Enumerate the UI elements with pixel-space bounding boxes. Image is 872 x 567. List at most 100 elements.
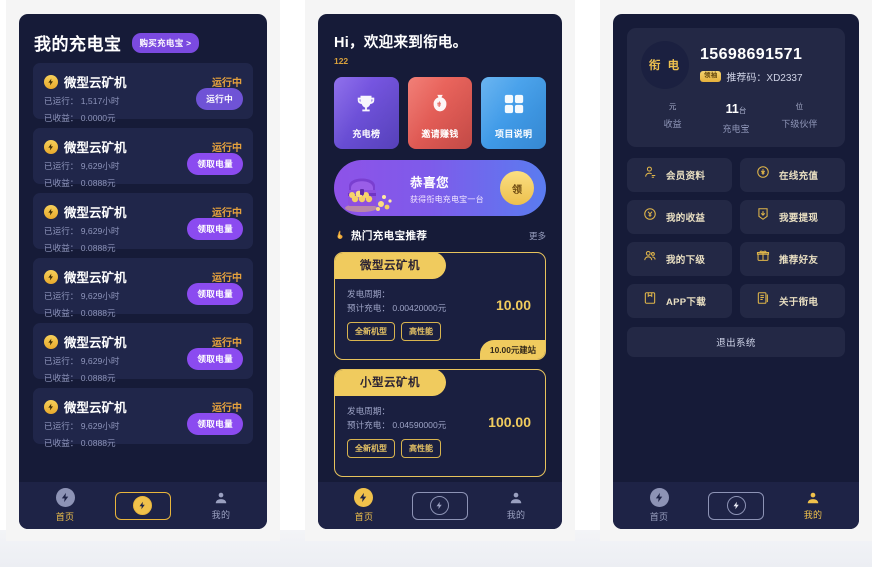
product-name: 小型云矿机 — [334, 370, 446, 396]
panel1-header: 我的充电宝 购买充电宝 > — [19, 14, 267, 63]
product-list: 微型云矿机 发电周期： 预计充电： 0.00420000元 全新机型 高性能 10… — [318, 252, 562, 477]
miner-card[interactable]: 微型云矿机 运行中 已运行： 9,629小时 已收益： 0.0888元 领取电量 — [33, 258, 253, 318]
quick-card-label: 项目说明 — [495, 129, 533, 139]
miner-income: 已收益： 0.0888元 — [44, 373, 116, 384]
miner-action-button[interactable]: 领取电量 — [187, 413, 243, 435]
person-icon — [215, 492, 227, 503]
tab-home[interactable]: 首页 — [39, 488, 91, 523]
bottom-tabbar-1: 首页 我的 — [19, 482, 267, 529]
miner-income: 已收益： 0.0888元 — [44, 308, 116, 319]
tab-mine[interactable]: 我的 — [787, 491, 839, 521]
product-price: 100.00 — [488, 414, 531, 430]
profile-info: 15698691571 领袖 推荐码：XD2337 — [700, 46, 803, 84]
quick-card-label: 邀请赚钱 — [421, 129, 459, 139]
profile-header: 衔 电 15698691571 领袖 推荐码：XD2337 — [641, 41, 831, 89]
menu-item-coin[interactable]: 在线充值 — [740, 157, 845, 192]
person-icon — [807, 492, 819, 503]
miner-card[interactable]: 微型云矿机 运行中 已运行： 9,629小时 已收益： 0.0888元 领取电量 — [33, 128, 253, 188]
miner-action-button[interactable]: 领取电量 — [187, 348, 243, 370]
miner-card[interactable]: 微型云矿机 运行中 已运行： 9,629小时 已收益： 0.0888元 领取电量 — [33, 323, 253, 383]
miner-action-button[interactable]: 运行中 — [196, 88, 243, 110]
menu-item-download[interactable]: APP下载 — [627, 283, 732, 318]
avatar[interactable]: 衔 电 — [641, 41, 689, 89]
tab-home-label: 首页 — [354, 512, 374, 522]
menu-item-earnings[interactable]: 我的收益 — [627, 199, 732, 234]
stat-item: 位 下级伙伴 — [768, 102, 831, 135]
phone-frame-1: 我的充电宝 购买充电宝 > 微型云矿机 运行中 已运行： 1,517小时 已收益… — [6, 0, 280, 541]
miner-card[interactable]: 微型云矿机 运行中 已运行： 1,517小时 已收益： 0.0000元 运行中 — [33, 63, 253, 123]
miner-status: 运行中 — [211, 338, 242, 349]
greeting-text: Hi，欢迎来到衔电。 — [333, 35, 468, 51]
tab-charge-center[interactable] — [411, 491, 468, 520]
user-icon — [643, 165, 657, 184]
bolt-coin-icon — [44, 399, 58, 414]
product-tag: 高性能 — [400, 321, 441, 341]
miner-name-group: 微型云矿机 — [44, 332, 127, 351]
miner-list: 微型云矿机 运行中 已运行： 1,517小时 已收益： 0.0000元 运行中 … — [19, 63, 267, 448]
profile-menu-grid: 会员资料 在线充值 我的收益 我要提现 我的下级 推荐好友 APP下载 关于衔电 — [627, 157, 845, 318]
product-card[interactable]: 小型云矿机 发电周期： 预计充电： 0.04590000元 全新机型 高性能 10… — [333, 369, 546, 477]
product-tag: 全新机型 — [346, 321, 395, 341]
document-icon — [756, 291, 770, 310]
quick-card-invite[interactable]: 邀请赚钱 — [407, 77, 473, 149]
miner-action-button[interactable]: 领取电量 — [187, 153, 243, 175]
earnings-icon — [643, 207, 657, 226]
tab-home[interactable]: 首页 — [338, 488, 390, 523]
hot-title: 热门充电宝推荐 — [350, 230, 428, 242]
product-card[interactable]: 微型云矿机 发电周期： 预计充电： 0.00420000元 全新机型 高性能 10… — [333, 252, 546, 360]
tab-mine-label: 我的 — [803, 509, 823, 520]
tab-mine-label: 我的 — [506, 509, 526, 520]
menu-item-gift[interactable]: 推荐好友 — [740, 241, 845, 276]
banner-claim-button[interactable]: 领 — [500, 171, 534, 205]
charge-icon — [430, 496, 450, 515]
quick-card-project-info[interactable]: 项目说明 — [481, 77, 546, 149]
tab-charge-center[interactable] — [708, 491, 764, 520]
panel2-hero: Hi，欢迎来到衔电。 122 — [318, 14, 562, 66]
phone-screen-profile: 衔 电 15698691571 领袖 推荐码：XD2337 元 收益 11台 充… — [613, 14, 859, 529]
miner-card[interactable]: 微型云矿机 运行中 已运行： 9,629小时 已收益： 0.0888元 领取电量 — [33, 193, 253, 253]
profile-card: 衔 电 15698691571 领袖 推荐码：XD2337 元 收益 11台 充… — [627, 28, 845, 147]
tab-charge-center[interactable] — [114, 491, 171, 520]
stat-label: 下级伙伴 — [781, 118, 818, 129]
stat-value: 11台 — [725, 102, 747, 116]
miner-name-group: 微型云矿机 — [44, 267, 127, 286]
grid-icon — [503, 93, 525, 120]
menu-item-document[interactable]: 关于衔电 — [740, 283, 845, 318]
bolt-icon — [354, 488, 374, 507]
more-link[interactable]: 更多 — [529, 230, 546, 242]
menu-item-label: 我要提现 — [779, 212, 819, 224]
tab-mine[interactable]: 我的 — [195, 491, 247, 521]
hot-title-group: 热门充电宝推荐 — [334, 228, 427, 243]
menu-item-user[interactable]: 会员资料 — [627, 157, 732, 192]
menu-item-withdraw[interactable]: 我要提现 — [740, 199, 845, 234]
bolt-coin-icon — [44, 334, 58, 349]
stat-unit: 台 — [738, 106, 747, 115]
miner-action-button[interactable]: 领取电量 — [187, 218, 243, 240]
miner-name: 微型云矿机 — [64, 76, 127, 90]
user-count: 122 — [333, 56, 349, 66]
miner-action-button[interactable]: 领取电量 — [187, 283, 243, 305]
buy-charger-button[interactable]: 购买充电宝 > — [131, 32, 200, 53]
miner-status: 运行中 — [211, 78, 242, 89]
reward-banner[interactable]: 恭喜您 获得衔电充电宝一台 领 — [333, 160, 546, 216]
download-icon — [643, 291, 657, 310]
tab-mine[interactable]: 我的 — [490, 491, 542, 521]
tab-home[interactable]: 首页 — [633, 488, 685, 523]
product-price: 10.00 — [495, 297, 531, 313]
stat-item: 11台 充电宝 — [704, 102, 767, 135]
banner-subtitle: 获得衔电充电宝一台 — [409, 194, 484, 204]
tab-home-label: 首页 — [55, 512, 75, 522]
stat-label: 收益 — [663, 118, 682, 129]
person-icon — [510, 492, 522, 503]
miner-name-group: 微型云矿机 — [44, 397, 127, 416]
menu-item-team[interactable]: 我的下级 — [627, 241, 732, 276]
logout-button[interactable]: 退出系统 — [627, 326, 845, 357]
referral-code: 推荐码：XD2337 — [726, 73, 803, 84]
profile-stats: 元 收益 11台 充电宝 位 下级伙伴 — [641, 102, 831, 135]
hot-section-header: 热门充电宝推荐 更多 — [334, 228, 546, 243]
quick-card-ranking[interactable]: 充电榜 — [333, 77, 399, 149]
stat-value: 位 — [768, 102, 831, 112]
miner-card[interactable]: 微型云矿机 运行中 已运行： 9,629小时 已收益： 0.0888元 领取电量 — [33, 388, 253, 448]
stat-label: 充电宝 — [722, 123, 750, 134]
bolt-icon — [649, 488, 669, 507]
